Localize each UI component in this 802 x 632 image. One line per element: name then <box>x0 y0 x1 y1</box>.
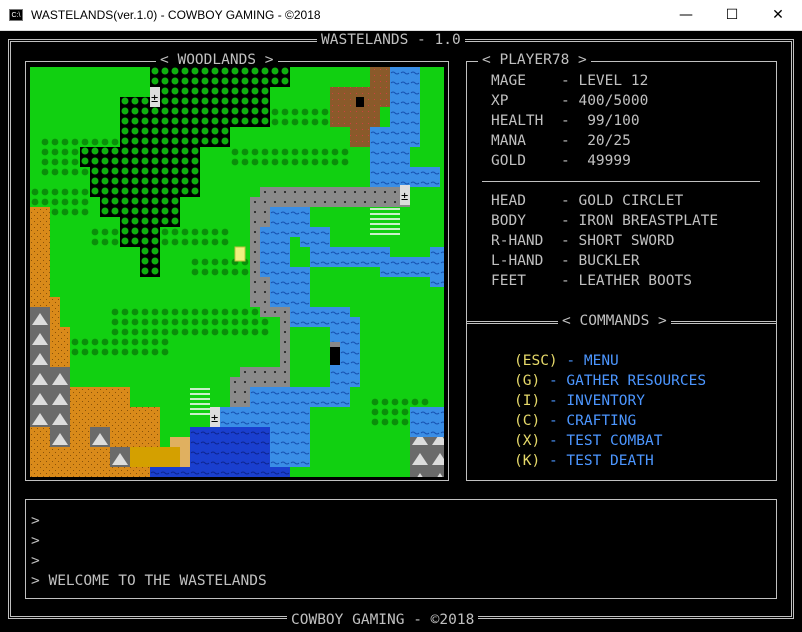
equip-slot: HEAD <box>491 193 526 209</box>
stat-value: 400/5000 <box>578 93 649 109</box>
stat-name: GOLD <box>491 153 526 169</box>
equip-lhand: L-HAND <box>491 251 543 271</box>
equip-slot: BODY <box>491 213 526 229</box>
equip-item: GOLD CIRCLET <box>578 193 684 209</box>
log-text: WELCOME TO THE WASTELANDS <box>48 573 267 589</box>
footer-text: COWBOY GAMING - ©2018 <box>287 611 479 629</box>
stat-value: 99/100 <box>578 113 640 129</box>
stat-gold: GOLD <box>491 151 526 171</box>
svg-text:±: ± <box>401 189 408 203</box>
command-key: (G) <box>514 373 541 389</box>
commands-label: < COMMANDS > <box>558 312 671 330</box>
command-key: (I) <box>514 393 541 409</box>
command-test-combat[interactable]: (X) - TEST COMBAT <box>514 431 662 451</box>
command-key: (K) <box>514 453 541 469</box>
equip-slot: L-HAND <box>491 253 544 269</box>
command-label: INVENTORY <box>566 393 645 409</box>
stat-name: HEALTH <box>491 113 544 129</box>
log-line: > <box>31 531 48 551</box>
minimize-button[interactable]: — <box>663 0 709 30</box>
command-menu[interactable]: (ESC) - MENU <box>514 351 619 371</box>
world-map[interactable]: ± ± ± <box>30 67 444 477</box>
header-title: WASTELANDS - 1.0 <box>317 31 465 49</box>
equip-slot: R-HAND <box>491 233 544 249</box>
command-label: TEST COMBAT <box>566 433 663 449</box>
command-label: TEST DEATH <box>566 453 654 469</box>
log-line: > <box>31 511 48 531</box>
stat-value: 49999 <box>578 153 631 169</box>
stat-mage-value: - LEVEL 12 <box>561 73 649 89</box>
stat-mage: MAGE <box>491 71 526 91</box>
panel-divider <box>482 181 760 182</box>
equip-rhand: R-HAND <box>491 231 543 251</box>
log-line: > <box>31 551 48 571</box>
player-label: < PLAYER78 > <box>478 51 591 69</box>
command-test-death[interactable]: (K) - TEST DEATH <box>514 451 654 471</box>
equip-slot: FEET <box>491 273 526 289</box>
command-key: (C) <box>514 413 541 429</box>
equip-head: HEAD <box>491 191 526 211</box>
equip-item: SHORT SWORD <box>578 233 675 249</box>
stat-gold-value: - 49999 <box>561 153 631 169</box>
equip-body-item: - IRON BREASTPLATE <box>561 213 719 229</box>
command-label: GATHER RESOURCES <box>566 373 707 389</box>
command-key: (X) <box>514 433 541 449</box>
command-inventory[interactable]: (I) - INVENTORY <box>514 391 645 411</box>
window-titlebar: C:\ WASTELANDS(ver.1.0) - COWBOY GAMING … <box>0 0 802 31</box>
stat-name: XP <box>491 93 509 109</box>
log-prompt: > <box>31 553 40 569</box>
console-area: WASTELANDS - 1.0 COWBOY GAMING - ©2018 <… <box>0 31 802 632</box>
stat-health-value: - 99/100 <box>561 113 640 129</box>
svg-text:±: ± <box>211 411 218 425</box>
equip-feet-item: - LEATHER BOOTS <box>561 273 692 289</box>
log-line: > WELCOME TO THE WASTELANDS <box>31 571 267 591</box>
close-button[interactable]: ✕ <box>755 0 801 30</box>
command-label: CRAFTING <box>566 413 637 429</box>
stat-name: MANA <box>491 133 526 149</box>
maximize-button[interactable]: ☐ <box>709 0 755 30</box>
stat-name: MAGE <box>491 73 526 89</box>
window-title: WASTELANDS(ver.1.0) - COWBOY GAMING - ©2… <box>31 8 321 22</box>
stat-value: 20/25 <box>578 133 631 149</box>
equip-item: BUCKLER <box>578 253 640 269</box>
command-gather[interactable]: (G) - GATHER RESOURCES <box>514 371 706 391</box>
log-prompt: > <box>31 513 40 529</box>
stat-xp-value: - 400/5000 <box>561 93 649 109</box>
log-prompt: > <box>31 573 40 589</box>
equip-feet: FEET <box>491 271 526 291</box>
command-label: MENU <box>583 353 619 369</box>
equip-head-item: - GOLD CIRCLET <box>561 193 684 209</box>
stat-health: HEALTH <box>491 111 543 131</box>
stat-xp: XP <box>491 91 508 111</box>
log-prompt: > <box>31 533 40 549</box>
command-key: (ESC) <box>514 353 558 369</box>
stat-mana-value: - 20/25 <box>561 133 631 149</box>
equip-rhand-item: - SHORT SWORD <box>561 233 675 249</box>
equip-lhand-item: - BUCKLER <box>561 253 640 269</box>
svg-text:±: ± <box>151 91 158 105</box>
equip-body: BODY <box>491 211 526 231</box>
equip-item: IRON BREASTPLATE <box>578 213 719 229</box>
equip-item: LEATHER BOOTS <box>578 273 692 289</box>
stat-value: LEVEL 12 <box>578 73 649 89</box>
console-icon: C:\ <box>9 9 23 21</box>
command-crafting[interactable]: (C) - CRAFTING <box>514 411 636 431</box>
stat-mana: MANA <box>491 131 526 151</box>
